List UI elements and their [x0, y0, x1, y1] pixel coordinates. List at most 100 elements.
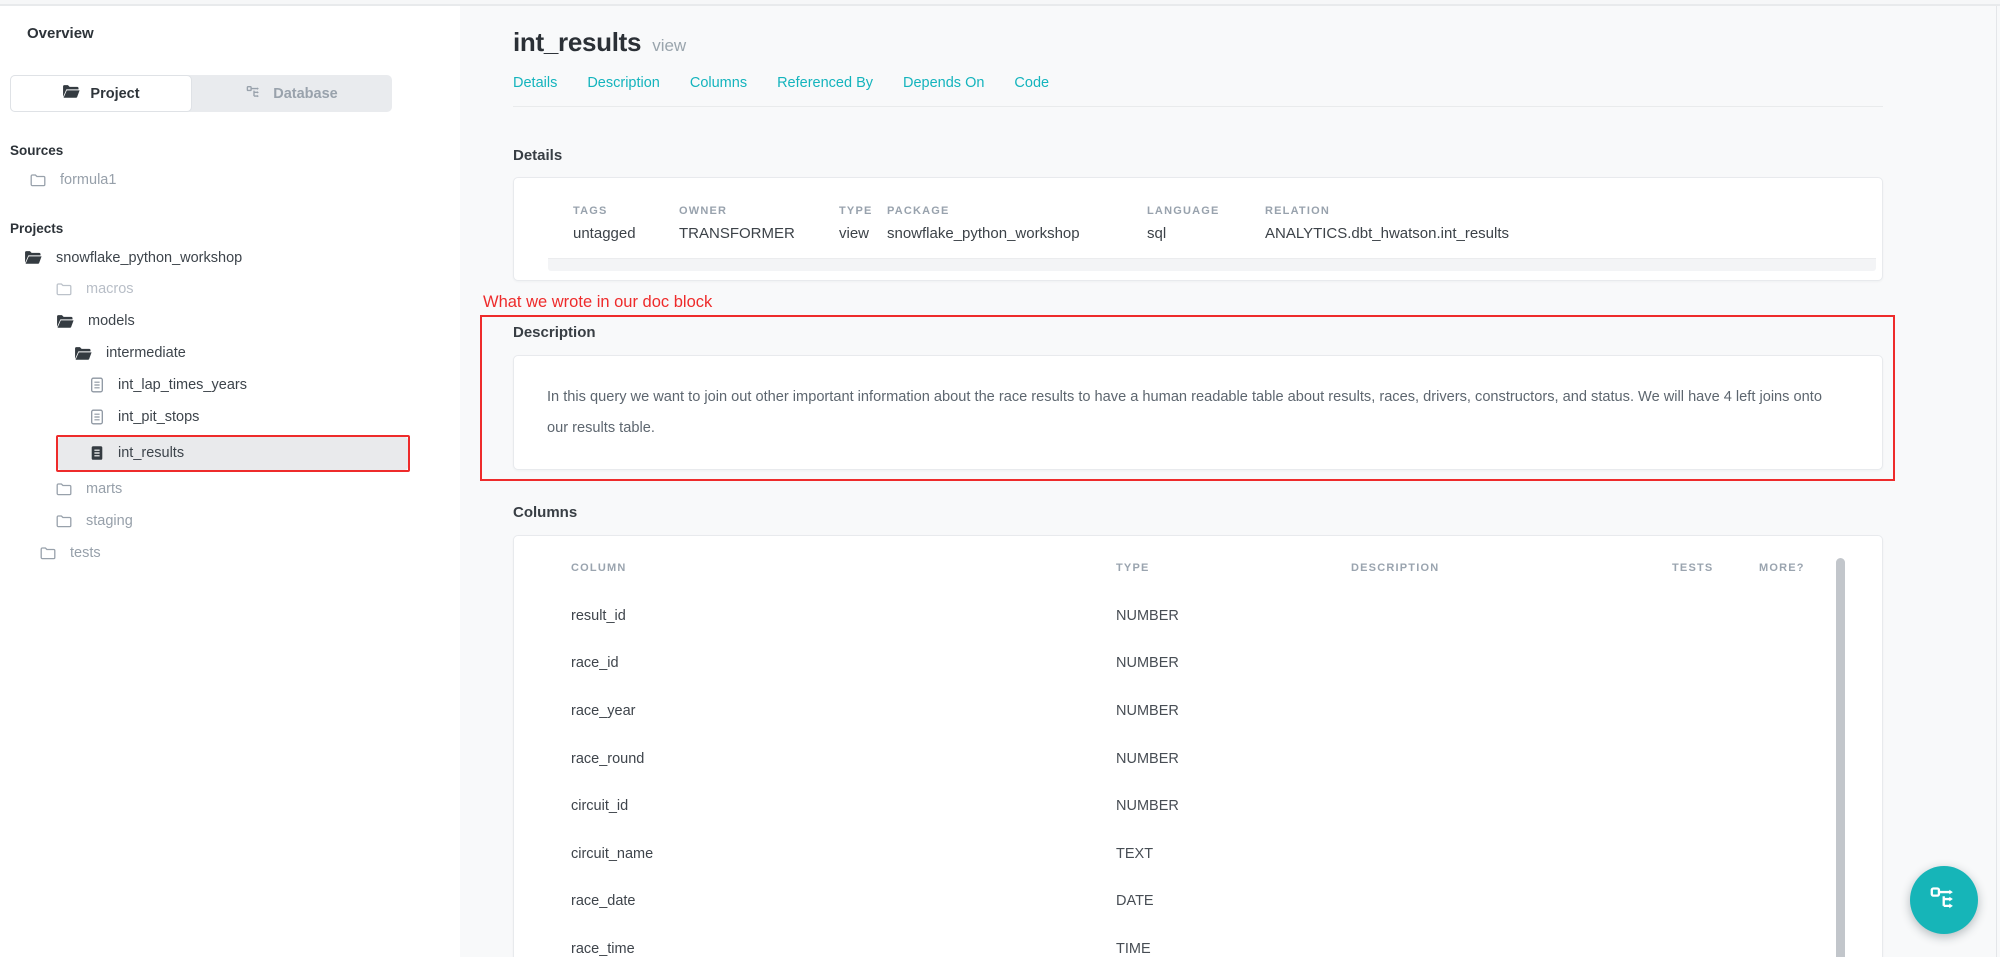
document-filled-icon: [90, 445, 104, 461]
sidebar-item-int-results[interactable]: int_results: [58, 437, 408, 470]
meta-label: OWNER: [679, 205, 839, 217]
column-type: NUMBER: [1116, 655, 1351, 671]
tab-details[interactable]: Details: [513, 75, 557, 91]
annotation-box-selected-model: int_results: [56, 435, 410, 472]
folder-open-icon: [56, 314, 74, 329]
lineage-icon: [1929, 882, 1960, 918]
tree-mode-toggle: Project Database: [10, 75, 392, 112]
table-row[interactable]: result_id NUMBER: [571, 592, 1882, 640]
columns-section-heading: Columns: [513, 504, 1883, 521]
sidebar-item-snowflake-python-workshop[interactable]: snowflake_python_workshop: [0, 242, 460, 274]
header-type: TYPE: [1116, 562, 1351, 574]
table-row[interactable]: race_round NUMBER: [571, 735, 1882, 783]
meta-value: untagged: [573, 225, 679, 242]
sidebar-item-int-pit-stops[interactable]: int_pit_stops: [0, 401, 460, 433]
meta-label: TYPE: [839, 205, 887, 217]
view-lineage-fab-button[interactable]: [1910, 866, 1978, 934]
header-description: DESCRIPTION: [1351, 562, 1672, 574]
tab-code[interactable]: Code: [1014, 75, 1049, 91]
meta-value: snowflake_python_workshop: [887, 225, 1147, 242]
header-more: MORE?: [1759, 562, 1882, 574]
details-collapsed-bar: [548, 258, 1876, 271]
page-scrollbar-track[interactable]: [1996, 6, 1997, 957]
annotation-doc-block-note: What we wrote in our doc block: [483, 293, 1883, 312]
column-type: NUMBER: [1116, 798, 1351, 814]
meta-relation: RELATION ANALYTICS.dbt_hwatson.int_resul…: [1265, 205, 1882, 242]
header-column: COLUMN: [571, 562, 1116, 574]
column-name: race_year: [571, 703, 1116, 719]
column-name: race_round: [571, 751, 1116, 767]
tab-description[interactable]: Description: [587, 75, 660, 91]
document-icon: [90, 377, 104, 393]
columns-card: COLUMN TYPE DESCRIPTION TESTS MORE? resu…: [513, 535, 1883, 957]
overview-label: Overview: [0, 25, 460, 42]
details-meta-row: TAGS untagged OWNER TRANSFORMER TYPE vie…: [514, 205, 1882, 242]
sidebar-item-label: models: [88, 313, 135, 329]
sidebar-item-label: snowflake_python_workshop: [56, 250, 242, 266]
toggle-project-tab[interactable]: Project: [10, 75, 192, 112]
table-row[interactable]: circuit_id NUMBER: [571, 782, 1882, 830]
lineage-icon: [246, 83, 263, 104]
column-name: result_id: [571, 608, 1116, 624]
details-section-heading: Details: [513, 147, 1883, 164]
columns-table-header: COLUMN TYPE DESCRIPTION TESTS MORE?: [571, 562, 1882, 574]
sidebar-item-marts[interactable]: marts: [0, 474, 460, 506]
sidebar-item-int-lap-times-years[interactable]: int_lap_times_years: [0, 369, 460, 401]
app-layout: Overview Project: [0, 6, 2000, 957]
header-tests: TESTS: [1672, 562, 1759, 574]
meta-package: PACKAGE snowflake_python_workshop: [887, 205, 1147, 242]
header-divider: [513, 106, 1883, 107]
meta-value: ANALYTICS.dbt_hwatson.int_results: [1265, 225, 1882, 242]
table-row[interactable]: race_time TIME: [571, 925, 1882, 957]
sidebar: Overview Project: [0, 6, 460, 957]
details-card: TAGS untagged OWNER TRANSFORMER TYPE vie…: [513, 177, 1883, 281]
folder-closed-icon: [30, 173, 46, 187]
sidebar-item-tests[interactable]: tests: [0, 537, 460, 569]
folder-closed-icon: [56, 514, 72, 528]
table-row[interactable]: race_id NUMBER: [571, 640, 1882, 688]
column-name: race_id: [571, 655, 1116, 671]
tab-depends-on[interactable]: Depends On: [903, 75, 984, 91]
sidebar-item-label: marts: [86, 481, 122, 497]
meta-label: LANGUAGE: [1147, 205, 1265, 217]
meta-tags: TAGS untagged: [573, 205, 679, 242]
table-row[interactable]: race_date DATE: [571, 878, 1882, 926]
model-type-subtitle: view: [652, 36, 686, 56]
toggle-project-label: Project: [90, 86, 139, 102]
folder-closed-icon: [56, 482, 72, 496]
table-row[interactable]: circuit_name TEXT: [571, 830, 1882, 878]
column-type: NUMBER: [1116, 751, 1351, 767]
column-name: race_date: [571, 893, 1116, 909]
description-card: In this query we want to join out other …: [513, 355, 1883, 470]
column-type: NUMBER: [1116, 703, 1351, 719]
document-icon: [90, 409, 104, 425]
column-name: circuit_id: [571, 798, 1116, 814]
column-type: TIME: [1116, 941, 1351, 957]
meta-value: view: [839, 225, 887, 242]
sidebar-item-formula1[interactable]: formula1: [0, 164, 460, 196]
sidebar-item-label: macros: [86, 281, 134, 297]
sidebar-item-models[interactable]: models: [0, 305, 460, 337]
sidebar-item-label: int_lap_times_years: [118, 377, 247, 393]
tab-columns[interactable]: Columns: [690, 75, 747, 91]
annotation-box-description: Description In this query we want to joi…: [480, 315, 1895, 481]
folder-closed-icon: [56, 282, 72, 296]
sidebar-item-intermediate[interactable]: intermediate: [0, 337, 460, 369]
tab-referenced-by[interactable]: Referenced By: [777, 75, 873, 91]
table-row[interactable]: race_year NUMBER: [571, 687, 1882, 735]
sidebar-item-label: formula1: [60, 172, 116, 188]
folder-open-icon: [74, 346, 92, 361]
sidebar-item-label: staging: [86, 513, 133, 529]
sources-tree: formula1: [0, 164, 460, 196]
column-name: circuit_name: [571, 846, 1116, 862]
sidebar-item-macros[interactable]: macros: [0, 274, 460, 306]
sidebar-item-staging[interactable]: staging: [0, 505, 460, 537]
description-text: In this query we want to join out other …: [547, 382, 1836, 444]
sidebar-item-label: int_results: [118, 445, 184, 461]
meta-owner: OWNER TRANSFORMER: [679, 205, 839, 242]
model-header: int_results view: [513, 6, 1883, 58]
toggle-database-tab[interactable]: Database: [192, 75, 392, 112]
page-title: int_results: [513, 27, 641, 58]
meta-value: sql: [1147, 225, 1265, 242]
table-scrollbar[interactable]: [1836, 558, 1845, 957]
